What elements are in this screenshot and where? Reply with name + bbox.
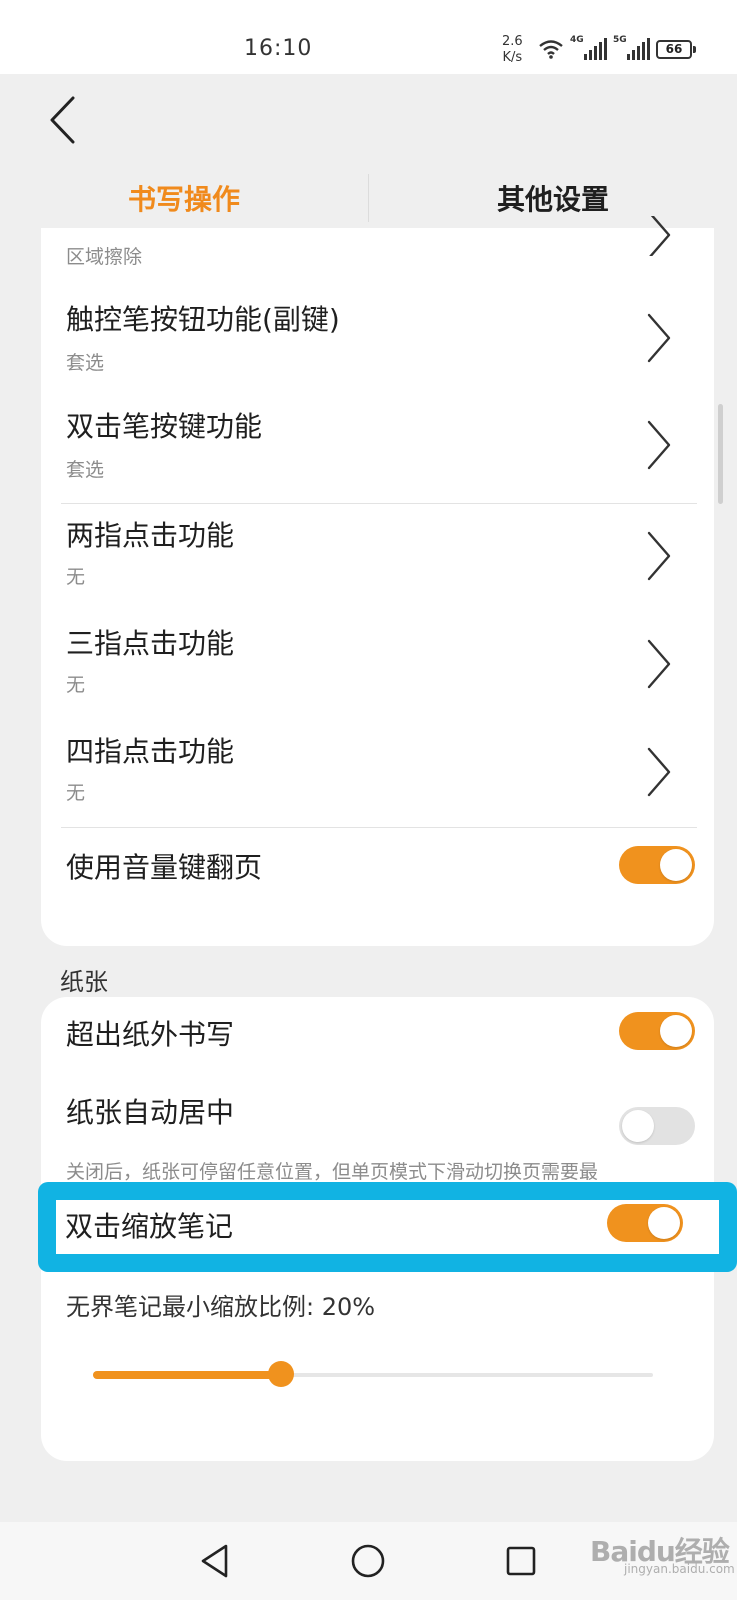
auto-center-toggle[interactable] [619,1107,695,1145]
setting-write-outside-paper: 超出纸外书写 [41,997,714,1073]
nav-home-button[interactable] [343,1536,393,1586]
item-value: 无 [66,674,86,696]
scrollbar[interactable] [718,404,723,504]
item-title: 超出纸外书写 [66,1018,235,1051]
back-button[interactable] [40,92,84,148]
tab-bar: 书写操作 其他设置 [0,170,737,226]
item-title: 双击笔按键功能 [66,410,263,443]
item-value: 无 [66,566,86,588]
min-zoom-label: 无界笔记最小缩放比例: 20% [66,1293,376,1321]
highlight-frame [38,1182,737,1272]
write-outside-toggle[interactable] [619,1012,695,1050]
status-icons: 4G 5G 66 [538,35,696,62]
list-item-partial[interactable]: 区域擦除 [41,216,714,274]
item-value: 套选 [66,459,105,481]
item-title: 三指点击功能 [66,627,235,660]
setting-min-zoom: 无界笔记最小缩放比例: 20% [41,1287,714,1337]
min-zoom-slider-fill [93,1371,281,1379]
auto-center-description: 关闭后，纸张可停留任意位置，但单页模式下滑动切换页需要最 [66,1161,599,1181]
network-speed: 2.6 K/s [502,34,523,65]
chevron-right-icon [649,216,671,256]
chevron-left-icon [50,96,75,144]
item-title: 纸张自动居中 [66,1096,235,1129]
list-item-three-finger-tap[interactable]: 三指点击功能 无 [41,612,714,716]
toggle-knob [660,849,692,881]
list-item-two-finger-tap[interactable]: 两指点击功能 无 [41,504,714,608]
nav-back-button[interactable] [190,1536,240,1586]
signal-5g-icon: 5G [613,35,650,60]
chevron-right-icon [647,313,671,363]
item-title: 四指点击功能 [66,735,235,768]
battery-icon: 66 [656,39,696,59]
status-time: 16:10 [244,36,313,61]
tab-writing-operations[interactable]: 书写操作 [0,170,368,226]
item-value: 无 [66,782,86,804]
status-bar: 16:10 2.6 K/s 4G 5G 66 [0,0,737,74]
toggle-knob [660,1015,692,1047]
chevron-right-icon [647,747,671,797]
list-item-four-finger-tap[interactable]: 四指点击功能 无 [41,720,714,820]
home-circle-icon [351,1544,385,1578]
item-value: 套选 [66,352,105,374]
back-triangle-icon [201,1544,228,1578]
volume-page-turn-toggle[interactable] [619,846,695,884]
recents-square-icon [506,1546,536,1576]
min-zoom-slider-thumb[interactable] [267,1361,294,1387]
wifi-icon [539,40,563,59]
list-item-double-tap-pen-button[interactable]: 双击笔按键功能 套选 [41,395,714,495]
section-label-paper: 纸张 [60,968,108,996]
chevron-right-icon [647,420,671,470]
item-title: 使用音量键翻页 [66,851,263,884]
chevron-right-icon [647,531,671,581]
signal-4g-icon: 4G [570,35,607,60]
item-title: 触控笔按钮功能(副键) [66,303,340,336]
baidu-watermark: Baidu经验 jingyan.baidu.com [590,1535,735,1576]
chevron-right-icon [647,639,671,689]
item-value: 区域擦除 [66,246,143,268]
tab-other-settings[interactable]: 其他设置 [369,170,737,226]
item-title: 两指点击功能 [66,519,235,552]
nav-recents-button[interactable] [496,1536,546,1586]
writing-settings-card: 区域擦除 触控笔按钮功能(副键) 套选 双击笔按键功能 套选 两指点击功能 无 … [41,216,714,946]
setting-volume-key-page-turn: 使用音量键翻页 [41,828,714,908]
toggle-knob [622,1110,654,1142]
list-item-stylus-button-secondary[interactable]: 触控笔按钮功能(副键) 套选 [41,288,714,388]
